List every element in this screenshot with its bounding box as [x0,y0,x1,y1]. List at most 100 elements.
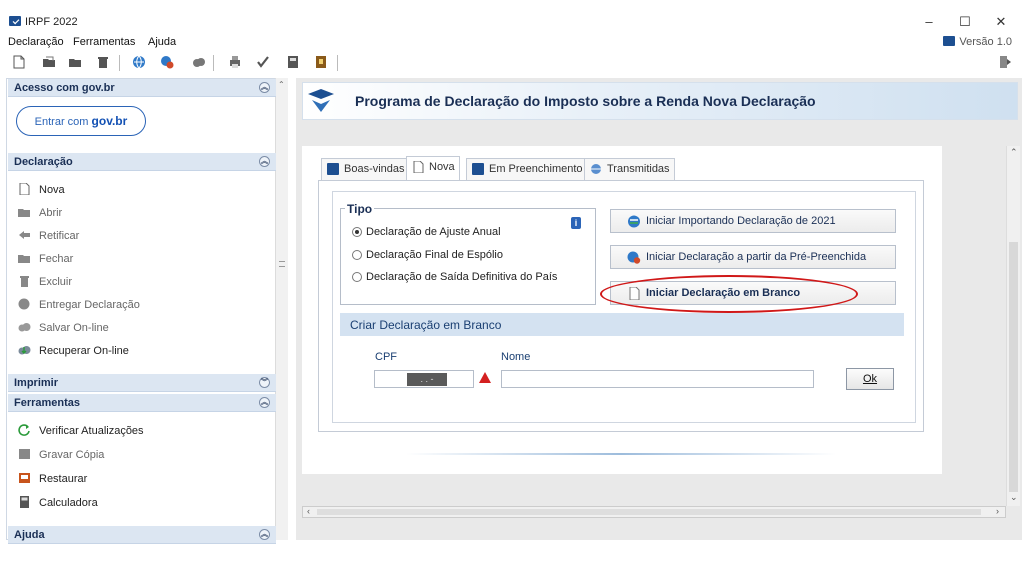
exit-icon[interactable] [998,55,1012,69]
cloud-download-icon [18,346,31,355]
sidebar-item-label: Entregar Declaração [39,299,140,311]
open-folder-icon [18,209,30,217]
menu-ferramentas[interactable]: Ferramentas [73,36,135,48]
receita-federal-logo-icon [308,89,334,112]
section-declaracao-header[interactable]: Declaração ︽ [8,153,276,171]
tab-boas-vindas[interactable]: Boas-vindas [321,158,410,180]
warning-icon [479,372,491,383]
govbr-logo-text: gov.br [91,114,128,128]
tab-label: Em Preenchimento [489,163,583,175]
globe-user-icon[interactable] [160,55,174,69]
open-folder-icon[interactable] [42,55,56,69]
cpf-input[interactable]: . . - [374,370,474,388]
tab-nova[interactable]: Nova [406,156,460,180]
new-file-icon[interactable] [12,55,26,69]
new-file-icon [413,161,424,173]
title-bar: IRPF 2022 – ☐ ✕ [0,10,1024,34]
globe-icon[interactable] [132,55,146,69]
cloud-icon[interactable] [192,55,206,69]
radio-button[interactable] [352,272,362,282]
sidebar-item-label: Retificar [39,230,80,242]
page-title: Programa de Declaração do Imposto sobre … [355,93,816,109]
section-ferramentas-header[interactable]: Ferramentas ︽ [8,394,276,412]
close-button[interactable]: ✕ [986,13,1016,31]
sidebar-item-label: Restaurar [39,473,88,485]
tab-transmitidas[interactable]: Transmitidas [584,158,675,180]
scroll-thumb[interactable] [1009,242,1018,492]
app-logo-icon [9,16,21,26]
menu-ajuda[interactable]: Ajuda [148,36,176,48]
calculator-icon[interactable] [286,55,300,69]
folder-icon[interactable] [68,55,82,69]
collapse-up-icon[interactable]: ︽ [259,529,270,540]
main-vertical-scrollbar[interactable]: ⌃ ⌄ [1006,146,1020,506]
toolbar-separator [337,55,338,71]
tab-em-preenchimento[interactable]: Em Preenchimento [466,158,588,180]
radio-label: Declaração de Saída Definitiva do País [366,271,558,283]
red-highlight-ellipse [600,275,858,313]
info-icon[interactable]: i [571,217,581,229]
collapse-up-icon[interactable]: ︽ [259,397,270,408]
window-title: IRPF 2022 [25,16,78,28]
section-ferramentas-title: Ferramentas [14,397,81,409]
check-icon[interactable] [256,55,270,69]
globe-icon [591,164,601,174]
sidebar-item-label: Gravar Cópia [39,449,105,461]
collapse-up-icon[interactable]: ︽ [259,156,270,167]
maximize-button[interactable]: ☐ [950,13,980,31]
minimize-button[interactable]: – [914,13,944,31]
button-label: Iniciar Importando Declaração de 2021 [646,215,836,227]
scroll-right-arrow-icon[interactable]: › [996,506,999,516]
iniciar-importando-button[interactable]: Iniciar Importando Declaração de 2021 [610,209,896,233]
sidebar-item-label: Salvar On-line [39,322,109,334]
govbr-login-button[interactable]: Entrar com gov.br [16,106,146,136]
iniciar-pre-preenchida-button[interactable]: Iniciar Declaração a partir da Pré-Preen… [610,245,896,269]
scroll-up-arrow-icon[interactable]: ⌃ [278,80,285,89]
sidebar-item-label: Verificar Atualizações [39,425,144,437]
decorative-divider [406,453,836,455]
scroll-left-arrow-icon[interactable]: ‹ [307,506,310,516]
radio-button-selected[interactable] [352,227,362,237]
globe-user-icon [627,251,641,264]
collapse-up-icon[interactable]: ︽ [259,82,270,93]
calculator-icon [20,496,29,508]
scroll-up-arrow-icon[interactable]: ⌃ [1010,147,1018,158]
sidebar-scrollbar[interactable]: ⌃ [275,78,288,540]
section-acesso-header[interactable]: Acesso com gov.br ︽ [8,79,276,97]
sidebar-item-label: Fechar [39,253,74,265]
criar-em-branco-section-header: Criar Declaração em Branco [340,313,904,336]
expand-down-icon[interactable]: ︾ [259,377,270,388]
cpf-value: . . - [407,373,447,386]
section-ajuda-title: Ajuda [14,529,45,541]
version-label[interactable]: Versão 1.0 [943,36,1012,48]
tipo-legend: Tipo [345,202,375,216]
nome-input[interactable] [501,370,814,388]
book-icon[interactable] [314,55,328,69]
radio-button[interactable] [352,250,362,260]
toolbar-separator [213,55,214,71]
globe-send-icon [18,298,30,310]
globe-import-icon [628,215,640,228]
scroll-thumb[interactable] [317,509,981,515]
menu-declaracao[interactable]: Declaração [8,36,64,48]
govbr-button-prefix: Entrar com [34,116,89,128]
ok-button[interactable]: Ok [846,368,894,390]
section-title: Criar Declaração em Branco [350,318,502,332]
restore-icon [19,473,30,483]
scroll-grip-icon [279,261,285,267]
trash-icon[interactable] [96,55,110,69]
section-ajuda-header[interactable]: Ajuda ︽ [8,526,276,544]
print-icon[interactable] [228,55,242,69]
new-file-icon [19,183,30,195]
sidebar-item-label: Excluir [39,276,73,288]
ok-button-label: Ok [862,373,878,385]
sidebar-item-label: Calculadora [39,497,98,509]
main-horizontal-scrollbar[interactable]: ‹ › [302,506,1006,518]
version-icon [943,36,956,46]
scroll-down-arrow-icon[interactable]: ⌄ [1010,492,1018,503]
section-imprimir-header[interactable]: Imprimir ︾ [8,374,276,392]
cloud-upload-icon [18,323,31,332]
menu-bar: Declaração Ferramentas Ajuda Versão 1.0 [0,34,1024,52]
toolbar [0,52,1024,74]
section-imprimir-title: Imprimir [14,377,59,389]
